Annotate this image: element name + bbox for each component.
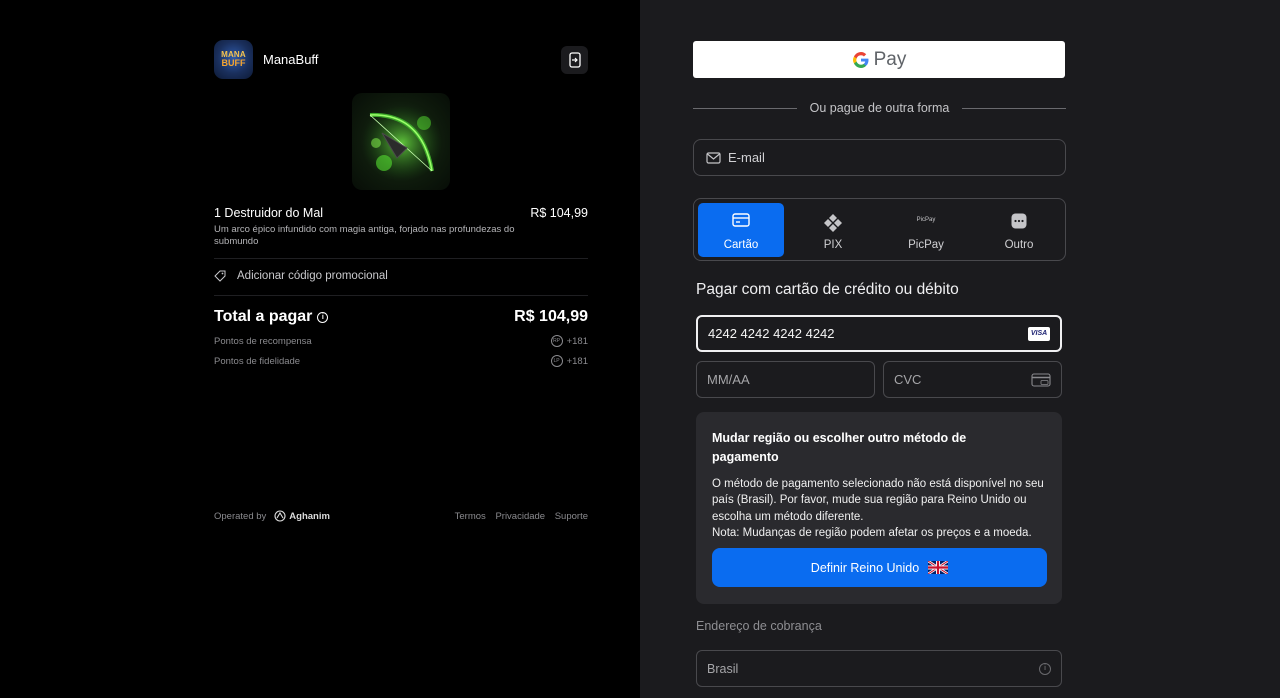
aghanim-logo-icon	[274, 510, 286, 522]
card-number-field[interactable]: 4242 4242 4242 4242 VISA	[696, 315, 1062, 352]
divider	[214, 258, 588, 259]
picpay-icon: PicPay	[916, 217, 936, 223]
divider-line	[962, 107, 1066, 109]
expiry-placeholder: MM/AA	[707, 372, 750, 387]
operator-logo[interactable]: Aghanim	[274, 510, 330, 522]
method-tab-other[interactable]: Outro	[976, 203, 1062, 257]
method-tab-picpay[interactable]: PicPay PicPay	[883, 203, 969, 257]
promo-label: Adicionar código promocional	[237, 270, 388, 282]
cvc-card-icon	[1031, 372, 1051, 387]
pix-icon	[824, 214, 842, 232]
item-price: R$ 104,99	[530, 206, 588, 220]
region-notice: Mudar região ou escolher outro método de…	[696, 412, 1062, 604]
reward-points-icon: RP	[550, 335, 563, 347]
divider-line	[693, 107, 797, 109]
google-pay-button[interactable]: Pay	[693, 41, 1065, 78]
country-select[interactable]: Brasil i	[696, 650, 1062, 687]
mobile-payment-button[interactable]	[561, 46, 588, 74]
phone-arrow-icon	[568, 52, 581, 68]
or-divider-text: Ou pague de outra forma	[809, 101, 950, 115]
footer-links: Termos Privacidade Suporte	[448, 511, 588, 522]
card-icon	[732, 213, 750, 227]
points-label: Pontos de fidelidade	[214, 355, 301, 367]
operated-by-label: Operated by	[214, 510, 267, 522]
total-row: Total a pagar i R$ 104,99	[214, 308, 588, 326]
region-notice-body: O método de pagamento selecionado não es…	[712, 478, 1044, 523]
region-notice-note: Nota: Mudanças de região podem afetar os…	[712, 526, 1032, 539]
total-label: Total a pagar	[214, 308, 313, 325]
email-field[interactable]: E-mail	[693, 139, 1066, 176]
reward-points-row: Pontos de recompensa RP +181	[214, 335, 588, 347]
google-g-icon	[852, 51, 869, 68]
card-number-value: 4242 4242 4242 4242	[708, 326, 835, 341]
more-icon	[1011, 213, 1027, 229]
terms-link[interactable]: Termos	[455, 511, 486, 522]
cvc-field[interactable]: CVC	[883, 361, 1062, 398]
item-description: Um arco épico infundido com magia antiga…	[214, 224, 515, 247]
method-label: PIX	[823, 239, 843, 251]
visa-icon: VISA	[1028, 326, 1050, 341]
points-label: Pontos de recompensa	[214, 335, 312, 347]
card-section-title: Pagar com cartão de crédito ou débito	[696, 281, 959, 298]
email-placeholder: E-mail	[728, 150, 765, 165]
payment-panel: Pay Ou pague de outra forma E-mail Cartã…	[640, 0, 1280, 698]
divider	[214, 295, 588, 296]
payment-method-selector: Cartão PIX PicPay PicPay Outro	[693, 198, 1066, 261]
promo-code-link[interactable]: Adicionar código promocional	[214, 270, 388, 282]
footer: Operated by Aghanim Termos Privacidade S…	[214, 510, 588, 522]
brand-name: ManaBuff	[263, 52, 319, 67]
method-label: PicPay	[908, 239, 944, 251]
google-pay-label: Pay	[873, 48, 907, 70]
total-value: R$ 104,99	[514, 308, 588, 325]
country-value: Brasil	[707, 661, 739, 676]
total-label-group: Total a pagar i	[214, 308, 329, 326]
region-notice-title: Mudar região ou escolher outro método de…	[712, 431, 967, 464]
brand-logo-line2: BUFF	[221, 58, 246, 68]
expiry-field[interactable]: MM/AA	[696, 361, 875, 398]
item-row: 1 Destruidor do Mal R$ 104,99	[214, 206, 588, 220]
operated-by: Operated by Aghanim	[214, 510, 330, 522]
method-tab-pix[interactable]: PIX	[790, 203, 876, 257]
points-value: +181	[566, 355, 588, 367]
brand-logo: MANA BUFF	[214, 40, 253, 79]
set-region-label: Definir Reino Unido	[810, 560, 920, 575]
uk-flag-icon	[928, 561, 949, 574]
tag-icon	[214, 270, 226, 282]
region-notice-text: O método de pagamento selecionado não es…	[712, 476, 1052, 541]
loyalty-points-icon: LP	[550, 355, 563, 367]
cvc-placeholder: CVC	[894, 372, 922, 387]
info-icon: i	[1039, 662, 1051, 675]
info-icon[interactable]: i	[317, 311, 329, 323]
privacy-link[interactable]: Privacidade	[495, 511, 545, 522]
method-tab-card[interactable]: Cartão	[698, 203, 784, 257]
loyalty-points-row: Pontos de fidelidade LP +181	[214, 355, 588, 367]
billing-address-label: Endereço de cobrança	[696, 619, 822, 633]
mail-icon	[706, 151, 721, 164]
set-region-uk-button[interactable]: Definir Reino Unido	[712, 548, 1047, 587]
points-value: +181	[566, 335, 588, 347]
operator-name: Aghanim	[289, 510, 330, 522]
method-label: Cartão	[723, 239, 759, 251]
product-image	[352, 93, 450, 190]
support-link[interactable]: Suporte	[555, 511, 588, 522]
order-summary-panel: MANA BUFF ManaBuff 1 Destruidor do Mal R…	[0, 0, 640, 698]
or-divider: Ou pague de outra forma	[693, 101, 1066, 115]
brand[interactable]: MANA BUFF ManaBuff	[214, 40, 318, 79]
method-label: Outro	[1004, 239, 1034, 251]
item-name: 1 Destruidor do Mal	[214, 206, 324, 220]
